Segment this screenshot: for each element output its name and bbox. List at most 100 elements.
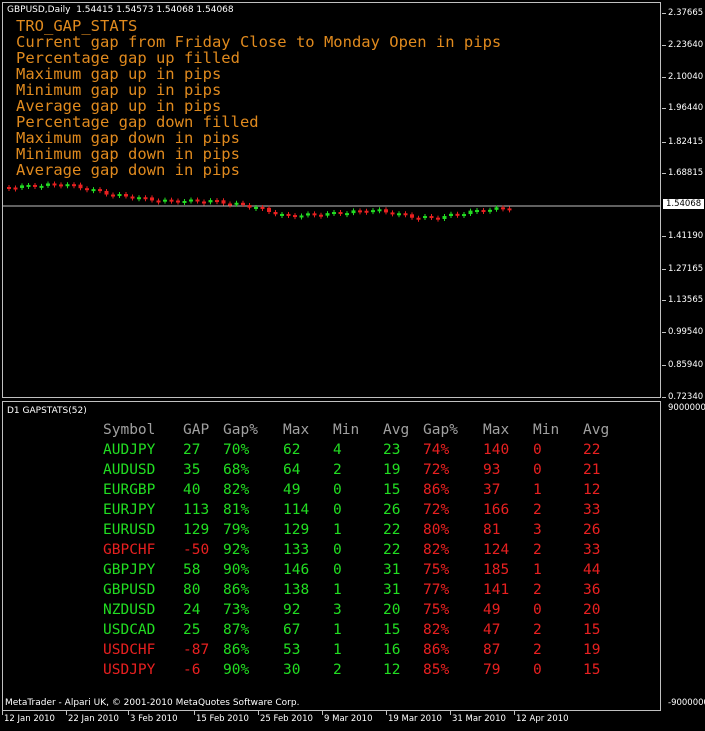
date-label: 31 Mar 2010 (452, 714, 506, 724)
overlay-line: Maximum gap up in pips (16, 65, 222, 83)
overlay-line: Minimum gap down in pips (16, 145, 240, 163)
candle-body (7, 187, 11, 189)
cell-dn_avg: 12 (583, 482, 601, 498)
candle-body (462, 214, 466, 217)
candle-body (286, 213, 291, 216)
cell-dn_avg: 21 (583, 462, 601, 478)
price-chart-panel[interactable]: GBPUSD,Daily 1.54415 1.54573 1.54068 1.5… (2, 2, 661, 398)
col-header: Gap% (423, 422, 458, 438)
candle-body (501, 207, 505, 210)
date-axis[interactable]: 12 Jan 2010 22 Jan 2010 3 Feb 2010 15 Feb 2… (0, 711, 705, 731)
candle-body (319, 214, 323, 217)
candle-body (208, 200, 213, 203)
candle-body (124, 194, 128, 197)
cell-up_min: 0 (333, 502, 342, 518)
price-tick (662, 236, 666, 237)
cell-dn_pct: 72% (423, 462, 450, 478)
candle-body (78, 184, 83, 189)
candle-body (345, 213, 349, 216)
candle-body (241, 202, 245, 206)
cell-up_min: 4 (333, 442, 342, 458)
date-tick (2, 711, 3, 715)
table-row: GBPUSD 80 86% 138 1 31 77% 141 2 36 (103, 580, 623, 600)
cell-symbol: EURJPY (103, 502, 156, 518)
current-price-tag: 1.54068 (663, 199, 705, 209)
table-row: EURGBP 40 82% 49 0 15 86% 37 1 12 (103, 480, 623, 500)
cell-up_avg: 22 (383, 522, 401, 538)
cell-dn_pct: 77% (423, 582, 450, 598)
price-tick (662, 13, 666, 14)
date-label: 25 Feb 2010 (260, 714, 313, 724)
candle-body (293, 215, 297, 218)
cell-gap: 25 (183, 622, 201, 638)
cell-up_min: 1 (333, 522, 342, 538)
candle-body (468, 210, 473, 215)
cell-dn_max: 93 (483, 462, 501, 478)
table-header-row: Symbol GAP Gap% Max Min Avg Gap% Max Min… (103, 420, 623, 440)
price-label: 1.41190 (668, 231, 704, 241)
overlay-line: Maximum gap down in pips (16, 129, 240, 147)
cell-up_avg: 16 (383, 642, 401, 658)
candle-body (169, 199, 174, 202)
candle-body (202, 201, 206, 204)
candle-body (13, 187, 18, 190)
cell-gap: -6 (183, 662, 201, 678)
candle-body (72, 184, 76, 187)
candle-body (215, 200, 219, 203)
cell-dn_pct: 74% (423, 442, 450, 458)
cell-symbol: USDJPY (103, 662, 156, 678)
cell-dn_avg: 19 (583, 642, 601, 658)
date-label: 12 Jan 2010 (4, 714, 55, 724)
cell-up_max: 129 (283, 522, 310, 538)
candle-body (260, 206, 265, 209)
cell-up_pct: 73% (223, 602, 250, 618)
candle-body (59, 184, 63, 187)
cell-dn_min: 0 (533, 662, 542, 678)
table-row: USDCAD 25 87% 67 1 15 82% 47 2 15 (103, 620, 623, 640)
price-label: 2.10040 (668, 72, 704, 82)
candle-body (46, 183, 50, 186)
candle-body (299, 215, 304, 218)
overlay-line: Minimum gap up in pips (16, 81, 222, 99)
cell-dn_avg: 20 (583, 602, 601, 618)
candle-body (104, 190, 109, 195)
date-tick (128, 711, 129, 715)
cell-dn_pct: 75% (423, 562, 450, 578)
candle-body (98, 189, 102, 192)
candle-body (481, 210, 486, 213)
cell-dn_avg: 15 (583, 662, 601, 678)
cell-up_pct: 68% (223, 462, 250, 478)
candle-body (52, 183, 57, 186)
cell-dn_min: 2 (533, 502, 542, 518)
price-tick (662, 77, 666, 78)
cell-up_avg: 20 (383, 602, 401, 618)
cell-up_min: 0 (333, 482, 342, 498)
cell-dn_avg: 15 (583, 622, 601, 638)
overlay-line: Percentage gap up filled (16, 49, 240, 67)
cell-dn_min: 2 (533, 582, 542, 598)
table-row: EURJPY 113 81% 114 0 26 72% 166 2 33 (103, 500, 623, 520)
cell-up_pct: 86% (223, 582, 250, 598)
cell-up_pct: 92% (223, 542, 250, 558)
cell-up_pct: 86% (223, 642, 250, 658)
candle-body (377, 209, 382, 212)
cell-symbol: USDCHF (103, 642, 156, 658)
cell-up_pct: 70% (223, 442, 250, 458)
candle-body (429, 216, 434, 219)
price-label: 2.37665 (668, 8, 704, 18)
cell-up_avg: 19 (383, 462, 401, 478)
candle-body (85, 188, 89, 191)
candle-body (234, 202, 239, 205)
cell-symbol: AUDJPY (103, 442, 156, 458)
candle-body (143, 197, 148, 200)
cell-up_pct: 79% (223, 522, 250, 538)
cell-dn_avg: 26 (583, 522, 601, 538)
col-header: Min (533, 422, 560, 438)
price-axis[interactable]: 2.37665 2.23640 2.10040 1.96440 1.82415 1.688… (662, 0, 705, 711)
candle-body (338, 212, 343, 215)
price-tick (662, 173, 666, 174)
cell-gap: -87 (183, 642, 210, 658)
cell-dn_min: 2 (533, 542, 542, 558)
price-label: 0.99540 (668, 327, 704, 337)
cell-up_pct: 81% (223, 502, 250, 518)
